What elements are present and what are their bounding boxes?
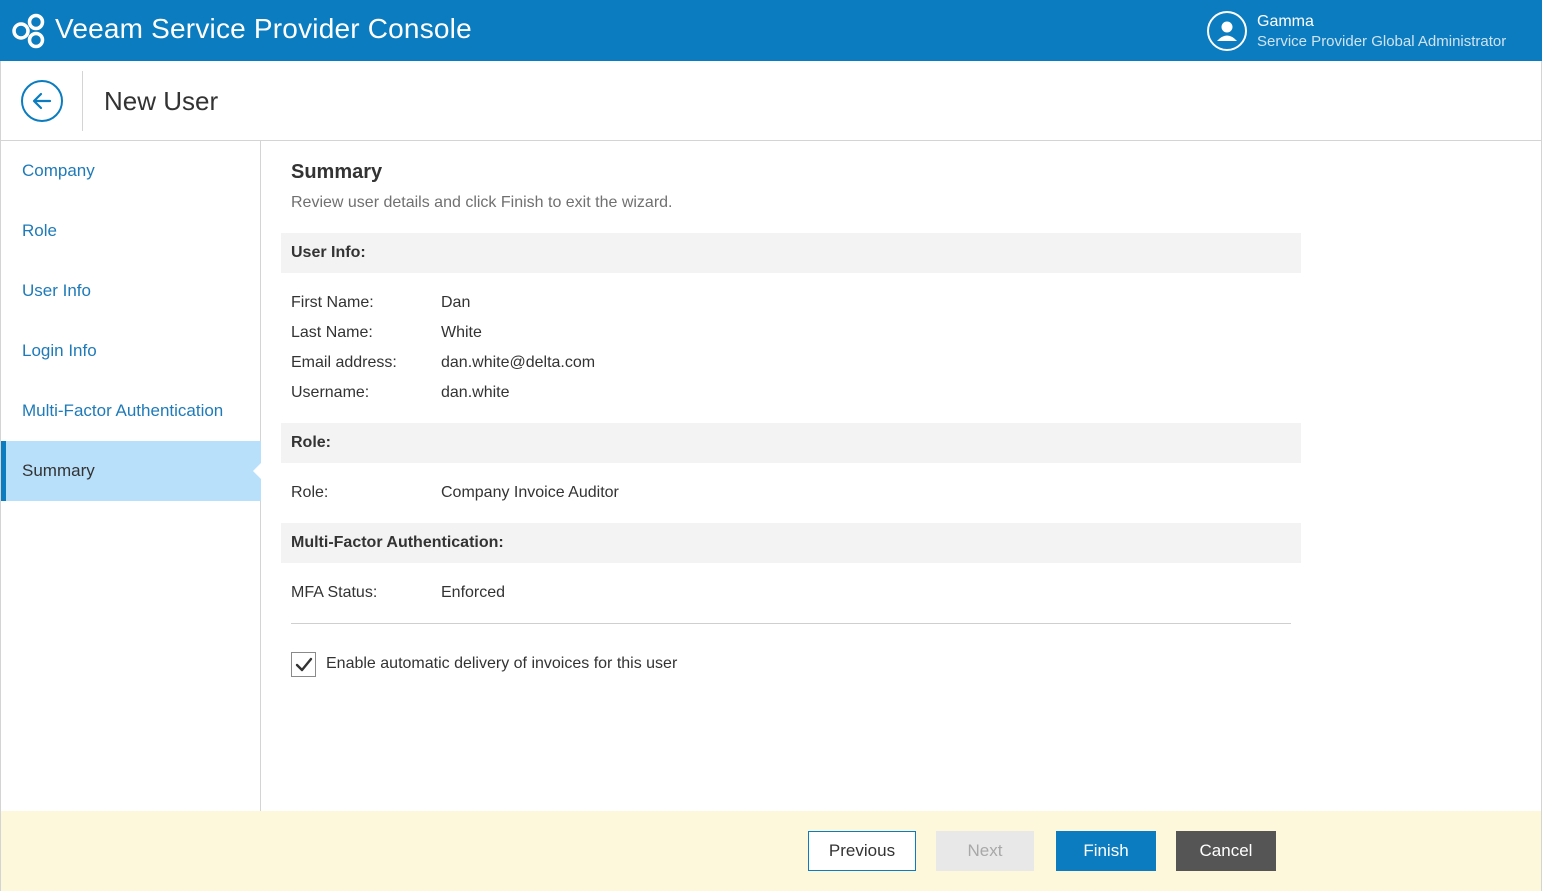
sidebar-item-login-info[interactable]: Login Info — [1, 321, 261, 381]
user-info-header: User Info: — [281, 233, 1301, 273]
field-label: Username: — [291, 384, 370, 401]
arrow-left-icon — [32, 92, 52, 110]
invoice-delivery-checkbox[interactable] — [291, 652, 316, 677]
finish-button[interactable]: Finish — [1056, 831, 1156, 871]
field-label: Last Name: — [291, 324, 373, 341]
veeam-logo-icon — [12, 13, 45, 49]
role-header: Role: — [281, 423, 1301, 463]
wizard-sidebar: Company Role User Info Login Info Multi-… — [0, 141, 262, 811]
field-value: White — [441, 324, 482, 341]
top-bar: Veeam Service Provider Console Gamma Ser… — [0, 0, 1542, 61]
sidebar-item-company[interactable]: Company — [1, 141, 261, 201]
user-avatar-icon — [1207, 11, 1247, 51]
field-label: MFA Status: — [291, 584, 378, 601]
sidebar-item-summary[interactable]: Summary — [1, 441, 262, 501]
page-header: New User — [0, 61, 1542, 141]
checkmark-icon — [295, 657, 313, 672]
user-role: Service Provider Global Administrator — [1257, 33, 1507, 50]
cancel-button[interactable]: Cancel — [1176, 831, 1276, 871]
field-label: Email address: — [291, 354, 397, 371]
user-menu[interactable]: Gamma Service Provider Global Administra… — [1207, 11, 1520, 51]
wizard-footer: Previous Next Finish Cancel — [0, 811, 1542, 891]
section-description: Review user details and click Finish to … — [291, 194, 673, 211]
summary-panel: Summary Review user details and click Fi… — [261, 141, 1542, 811]
divider — [291, 623, 1291, 624]
back-button[interactable] — [21, 80, 63, 122]
previous-button[interactable]: Previous — [808, 831, 916, 871]
mfa-header: Multi-Factor Authentication: — [281, 523, 1301, 563]
sidebar-item-role[interactable]: Role — [1, 201, 261, 261]
app-title: Veeam Service Provider Console — [55, 13, 472, 44]
field-value: dan.white@delta.com — [441, 354, 596, 371]
field-label: Role: — [291, 484, 329, 501]
field-value: Company Invoice Auditor — [441, 484, 619, 501]
invoice-delivery-label: Enable automatic delivery of invoices fo… — [326, 655, 678, 672]
field-label: First Name: — [291, 294, 374, 311]
header-divider — [82, 71, 83, 131]
sidebar-item-user-info[interactable]: User Info — [1, 261, 261, 321]
page-title: New User — [104, 86, 219, 116]
field-value: dan.white — [441, 384, 510, 401]
next-button[interactable]: Next — [936, 831, 1034, 871]
user-name: Gamma — [1257, 13, 1314, 30]
section-title: Summary — [291, 161, 383, 183]
field-value: Enforced — [441, 584, 506, 601]
field-value: Dan — [441, 294, 471, 311]
sidebar-item-mfa[interactable]: Multi-Factor Authentication — [1, 381, 261, 441]
